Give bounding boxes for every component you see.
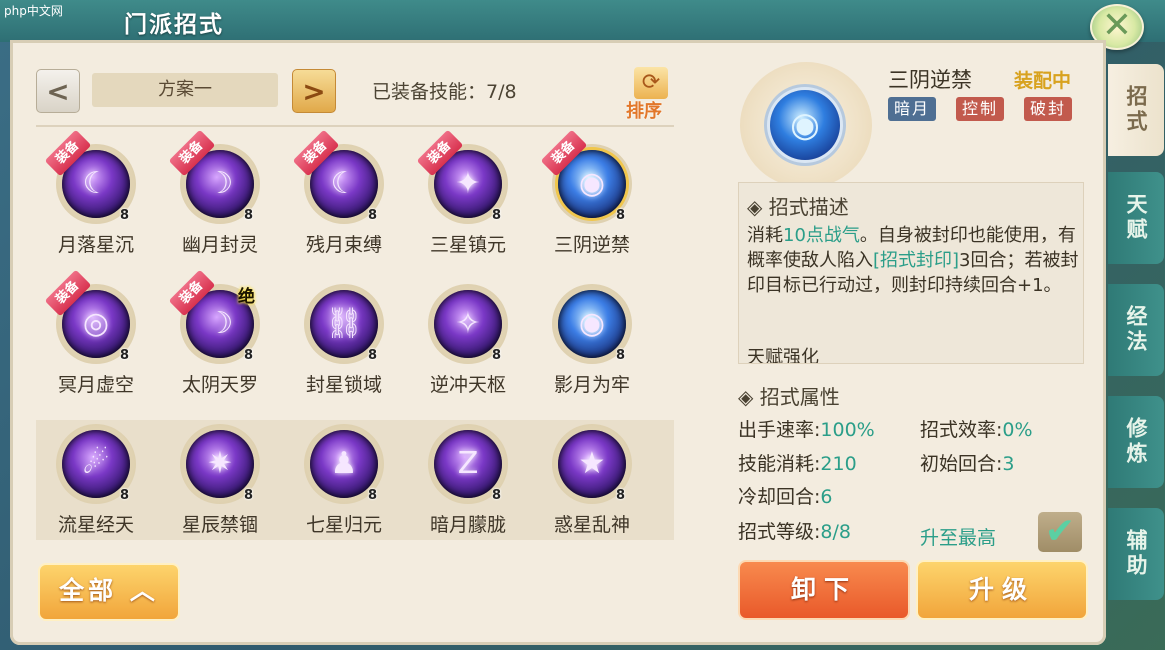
site-watermark: php中文网 [4,4,63,18]
skill-name: 三星镇元 [429,234,506,256]
skill-level: 8 [616,348,626,363]
skill-slot[interactable]: ♟ 8 七星归元 [284,412,408,552]
unequip-button[interactable]: 卸下 [738,560,910,620]
title-bar: php中文网 门派招式 [0,0,1165,42]
skill-slot[interactable]: ☄ 8 流星经天 [36,412,160,552]
attr-efficiency: 招式效率:0% [920,419,1033,441]
skill-level: 8 [244,488,254,503]
skill-slot[interactable]: ⛓ 8 封星锁域 [284,272,408,412]
tab-assist[interactable]: 辅助 [1108,508,1164,600]
skill-slot[interactable]: ◎ 装备 8 冥月虚空 [36,269,160,412]
upgrade-button[interactable]: 升级 [916,560,1088,620]
upgrade-to-max-checkbox[interactable]: ✔ [1038,512,1082,552]
sort-label: 排序 [626,101,662,122]
skill-grid: ☾ 装备 8 月落星沉 ☽ 装备 8 幽月封灵 ☾ 装备 8 残月束缚 ✦ 装备 8 三星镇元 ◉ 装备 8 三阴逆禁… [36,128,674,540]
skill-slot[interactable]: ★ 8 惑星乱神 [532,412,656,552]
prev-plan-button[interactable]: < [36,69,80,113]
skill-name: 流星经天 [57,514,134,536]
sort-button[interactable]: ⟳ 排序 [624,67,680,123]
skill-level: 8 [616,488,626,503]
skill-slot[interactable]: ◉ 8 影月为牢 [532,272,656,412]
skill-name: 封星锁域 [305,374,382,396]
tab-talent[interactable]: 天赋 [1108,172,1164,264]
divider [36,125,674,127]
skill-slot[interactable]: ☽ 装备绝 8 太阴天罗 [160,269,284,412]
skill-level: 8 [368,348,378,363]
refresh-icon: ⟳ [634,67,668,99]
tag-break-seal: 破封 [1024,97,1073,121]
description-text: 消耗10点战气。自身被封印也能使用，有概率使敌人陷入[招式封印]3回合；若被封印… [747,225,1079,296]
skill-level: 8 [616,208,626,223]
equip-status: 装配中 [1014,70,1072,92]
tab-cultivation[interactable]: 修炼 [1108,396,1164,488]
skill-name: 三阴逆禁 [553,234,630,256]
skill-name: 月落星沉 [57,234,134,256]
skill-level: 8 [368,208,378,223]
skill-slot[interactable]: ☽ 装备 8 幽月封灵 [160,129,284,272]
description-box[interactable]: ◈ 招式描述 消耗10点战气。自身被封印也能使用，有概率使敌人陷入[招式封印]3… [738,182,1084,364]
tab-scripture[interactable]: 经法 [1108,284,1164,376]
skill-level: 8 [120,488,130,503]
plan-selector[interactable]: 方案一 [92,73,278,107]
skill-level: 8 [492,488,502,503]
skill-level: 8 [244,208,254,223]
tab-moves[interactable]: 招式 [1108,64,1164,156]
equipped-count: 已装备技能：7/8 [372,81,517,103]
skill-level: 8 [368,488,378,503]
skill-name: 影月为牢 [553,374,630,396]
skill-name: 星辰禁锢 [181,514,258,536]
skill-slot[interactable]: ☾ 装备 8 月落星沉 [36,129,160,272]
skill-level: 8 [492,208,502,223]
description-title: ◈ 招式描述 [747,195,849,219]
attributes-title: ◈ 招式属性 [738,385,840,409]
skill-name: 冥月虚空 [57,374,134,396]
skill-name: 残月束缚 [305,234,382,256]
attr-cost: 技能消耗:210 [738,453,857,475]
skill-slot[interactable]: Z 8 暗月朦胧 [408,412,532,552]
game-window: php中文网 门派招式 ✕ < 方案一 > 已装备技能：7/8 ⟳ 排序 ☾ 装备… [0,0,1165,650]
talent-enhance-label: 天赋强化 [747,347,819,364]
selected-skill-icon: ◉ [740,62,872,188]
skill-name: 太阴天罗 [181,374,258,396]
next-plan-button[interactable]: > [292,69,336,113]
skill-name: 暗月朦胧 [429,514,506,536]
skill-name: 七星归元 [305,514,382,536]
skill-slot[interactable]: ✧ 8 逆冲天枢 [408,272,532,412]
tag-dark-moon: 暗月 [888,97,937,121]
attr-cooldown: 冷却回合:6 [738,486,833,508]
window-title: 门派招式 [124,12,224,38]
ultimate-badge: 绝 [238,287,255,307]
skill-name: 惑星乱神 [553,514,630,536]
skill-slot[interactable]: ✦ 装备 8 三星镇元 [408,129,532,272]
all-filter-button[interactable]: 全部 ︿ [38,563,180,621]
upgrade-to-max-label: 升至最高 [920,527,997,549]
selected-skill-name: 三阴逆禁 [888,68,972,92]
attr-speed: 出手速率:100% [738,419,875,441]
skill-level: 8 [492,348,502,363]
skill-orb-icon: ◉ [790,105,820,145]
skill-slot[interactable]: ☾ 装备 8 残月束缚 [284,129,408,272]
skill-name: 逆冲天枢 [429,374,506,396]
skill-level: 8 [120,348,130,363]
skill-slot[interactable]: ✷ 8 星辰禁锢 [160,412,284,552]
skill-slot[interactable]: ◉ 装备 8 三阴逆禁 [532,129,656,272]
skill-name: 幽月封灵 [181,234,258,256]
tag-control: 控制 [956,97,1005,121]
attr-initial-round: 初始回合:3 [920,453,1015,475]
skill-level: 8 [120,208,130,223]
attr-level: 招式等级:8/8 [738,521,851,543]
skill-level: 8 [244,348,254,363]
side-tabs: 招式 天赋 经法 修炼 辅助 [1108,64,1165,600]
